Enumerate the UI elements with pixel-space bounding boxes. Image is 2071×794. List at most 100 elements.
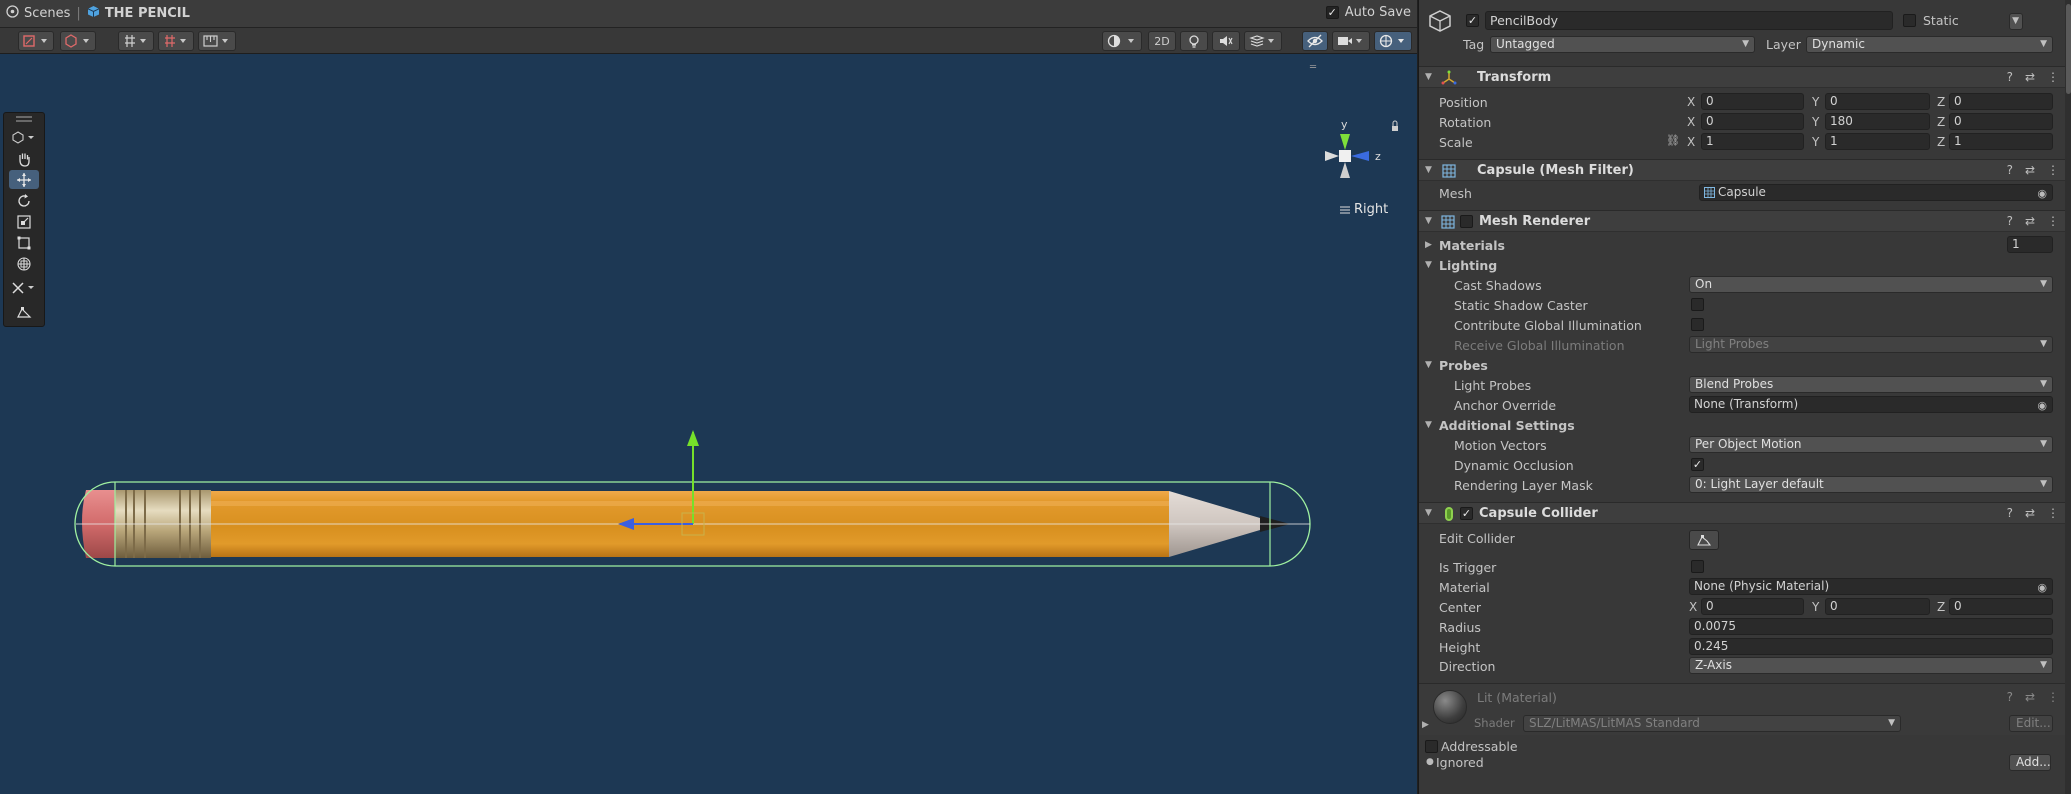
lighting-section[interactable]: ▼ Lighting xyxy=(1419,255,2065,275)
center-x-field[interactable]: 0 xyxy=(1701,598,1804,615)
position-y-field[interactable]: 0 xyxy=(1825,93,1930,110)
capsule-collider-header[interactable]: ▼ ✓ Capsule Collider ? ⇄ ⋮ xyxy=(1419,502,2065,524)
gizmos-dropdown[interactable] xyxy=(1374,31,1412,51)
context-menu-icon[interactable]: ⋮ xyxy=(2047,163,2059,177)
motion-vectors-dropdown[interactable]: Per Object Motion ▼ xyxy=(1689,436,2053,453)
mesh-object-field[interactable]: Capsule ◉ xyxy=(1699,184,2053,201)
preset-icon[interactable]: ⇄ xyxy=(2025,214,2035,228)
panel-menu-icon[interactable]: ═ xyxy=(1310,62,1316,73)
materials-count-field[interactable]: 1 xyxy=(2007,236,2053,253)
tag-dropdown[interactable]: Untagged ▼ xyxy=(1490,36,1755,53)
rendering-layer-dropdown[interactable]: 0: Light Layer default ▼ xyxy=(1689,476,2053,493)
hand-tool-icon[interactable] xyxy=(9,149,39,168)
lock-icon[interactable] xyxy=(1392,126,1398,131)
probes-section[interactable]: ▼ Probes xyxy=(1419,355,2065,375)
foldout-expanded-icon[interactable]: ▼ xyxy=(1425,420,1432,430)
is-trigger-checkbox[interactable] xyxy=(1691,560,1704,573)
add-button[interactable]: Add... xyxy=(2009,754,2051,771)
scale-tool-icon[interactable] xyxy=(9,212,39,231)
static-dropdown[interactable]: ▼ xyxy=(2009,13,2023,30)
toggle-2d-button[interactable]: 2D xyxy=(1148,31,1176,51)
increment-snap-dropdown[interactable] xyxy=(198,31,236,51)
object-active-checkbox[interactable]: ✓ xyxy=(1466,14,1479,27)
addressable-checkbox[interactable] xyxy=(1425,740,1438,753)
audio-toggle-button[interactable] xyxy=(1212,31,1240,51)
view-mode-label[interactable]: Right xyxy=(1340,202,1388,217)
rotation-y-field[interactable]: 180 xyxy=(1825,113,1930,130)
help-icon[interactable]: ? xyxy=(2007,70,2013,84)
help-icon[interactable]: ? xyxy=(2007,690,2013,704)
breadcrumb-scenes[interactable]: Scenes xyxy=(6,5,70,22)
materials-row[interactable]: ▶ Materials 1 xyxy=(1419,235,2065,255)
scrollbar-thumb[interactable] xyxy=(2066,4,2071,94)
static-checkbox[interactable] xyxy=(1903,14,1916,27)
context-menu-icon[interactable]: ⋮ xyxy=(2047,214,2059,228)
foldout-expanded-icon[interactable]: ▼ xyxy=(1425,360,1432,370)
rotation-z-field[interactable]: 0 xyxy=(1949,113,2053,130)
position-z-field[interactable]: 0 xyxy=(1949,93,2053,110)
grid-visibility-dropdown[interactable] xyxy=(158,31,194,51)
edit-collider-tool-icon[interactable] xyxy=(9,302,39,321)
camera-settings-dropdown[interactable] xyxy=(1332,31,1370,51)
contribute-gi-checkbox[interactable] xyxy=(1691,318,1704,331)
foldout-collapsed-icon[interactable]: ▶ xyxy=(1425,240,1432,250)
view-options-icon[interactable] xyxy=(9,127,39,146)
cast-shadows-dropdown[interactable]: On ▼ xyxy=(1689,276,2053,293)
grid-snapping-dropdown[interactable] xyxy=(118,31,154,51)
rotate-tool-icon[interactable] xyxy=(9,191,39,210)
capsule-collider-enabled-checkbox[interactable]: ✓ xyxy=(1460,507,1473,520)
direction-dropdown[interactable]: Z-Axis ▼ xyxy=(1689,657,2053,674)
lighting-toggle-button[interactable] xyxy=(1180,31,1208,51)
pencil-model[interactable] xyxy=(0,54,1417,794)
anchor-override-field[interactable]: None (Transform) ◉ xyxy=(1689,396,2053,413)
preset-icon[interactable]: ⇄ xyxy=(2025,506,2035,520)
transform-header[interactable]: ▼ Transform ? ⇄ ⋮ xyxy=(1419,66,2065,88)
object-picker-icon[interactable]: ◉ xyxy=(2037,186,2047,200)
object-picker-icon[interactable]: ◉ xyxy=(2037,398,2047,412)
mesh-filter-header[interactable]: ▼ Capsule (Mesh Filter) ? ⇄ ⋮ xyxy=(1419,159,2065,181)
move-tool-icon[interactable] xyxy=(9,170,39,189)
draw-mode-dropdown[interactable] xyxy=(18,31,54,51)
foldout-expanded-icon[interactable]: ▼ xyxy=(1425,260,1432,270)
static-shadow-checkbox[interactable] xyxy=(1691,298,1704,311)
collider-material-field[interactable]: None (Physic Material) ◉ xyxy=(1689,578,2053,595)
help-icon[interactable]: ? xyxy=(2007,214,2013,228)
foldout-expanded-icon[interactable]: ▼ xyxy=(1425,216,1432,226)
object-picker-icon[interactable]: ◉ xyxy=(2037,580,2047,594)
preset-icon[interactable]: ⇄ xyxy=(2025,690,2035,704)
shading-mode-dropdown[interactable] xyxy=(60,31,96,51)
scale-x-field[interactable]: 1 xyxy=(1701,133,1804,150)
rect-tool-icon[interactable] xyxy=(9,233,39,252)
scale-z-field[interactable]: 1 xyxy=(1949,133,2053,150)
layer-dropdown[interactable]: Dynamic ▼ xyxy=(1806,36,2053,53)
object-name-field[interactable]: PencilBody xyxy=(1485,11,1893,30)
preset-icon[interactable]: ⇄ xyxy=(2025,163,2035,177)
scene-lighting-dropdown[interactable] xyxy=(1102,31,1142,51)
palette-handle-icon[interactable] xyxy=(9,115,39,123)
edit-collider-button[interactable] xyxy=(1689,530,1719,550)
additional-settings-section[interactable]: ▼ Additional Settings xyxy=(1419,415,2065,435)
scale-y-field[interactable]: 1 xyxy=(1825,133,1930,150)
link-icon[interactable]: ⛓ xyxy=(1666,134,1680,147)
preset-icon[interactable]: ⇄ xyxy=(2025,70,2035,84)
position-x-field[interactable]: 0 xyxy=(1701,93,1804,110)
transform-tool-icon[interactable] xyxy=(9,254,39,273)
effects-dropdown[interactable] xyxy=(1244,31,1282,51)
foldout-expanded-icon[interactable]: ▼ xyxy=(1425,508,1432,518)
scene-visibility-toggle[interactable] xyxy=(1302,31,1328,51)
foldout-expanded-icon[interactable]: ▼ xyxy=(1425,165,1432,175)
mesh-renderer-header[interactable]: ▼ Mesh Renderer ? ⇄ ⋮ xyxy=(1419,210,2065,232)
material-preview-sphere[interactable] xyxy=(1433,690,1467,724)
custom-tool-dropdown-icon[interactable] xyxy=(9,278,39,297)
help-icon[interactable]: ? xyxy=(2007,163,2013,177)
center-z-field[interactable]: 0 xyxy=(1949,598,2053,615)
foldout-expanded-icon[interactable]: ▼ xyxy=(1425,72,1432,82)
height-field[interactable]: 0.245 xyxy=(1689,638,2053,655)
help-icon[interactable]: ? xyxy=(2007,506,2013,520)
rotation-x-field[interactable]: 0 xyxy=(1701,113,1804,130)
foldout-collapsed-icon[interactable]: ▶ xyxy=(1422,720,1429,730)
auto-save-toggle[interactable]: ✓ Auto Save xyxy=(1325,5,1411,20)
scene-viewport[interactable]: y z Right ═ xyxy=(0,54,1417,794)
context-menu-icon[interactable]: ⋮ xyxy=(2047,690,2059,704)
inspector-scrollbar[interactable] xyxy=(2065,0,2071,794)
